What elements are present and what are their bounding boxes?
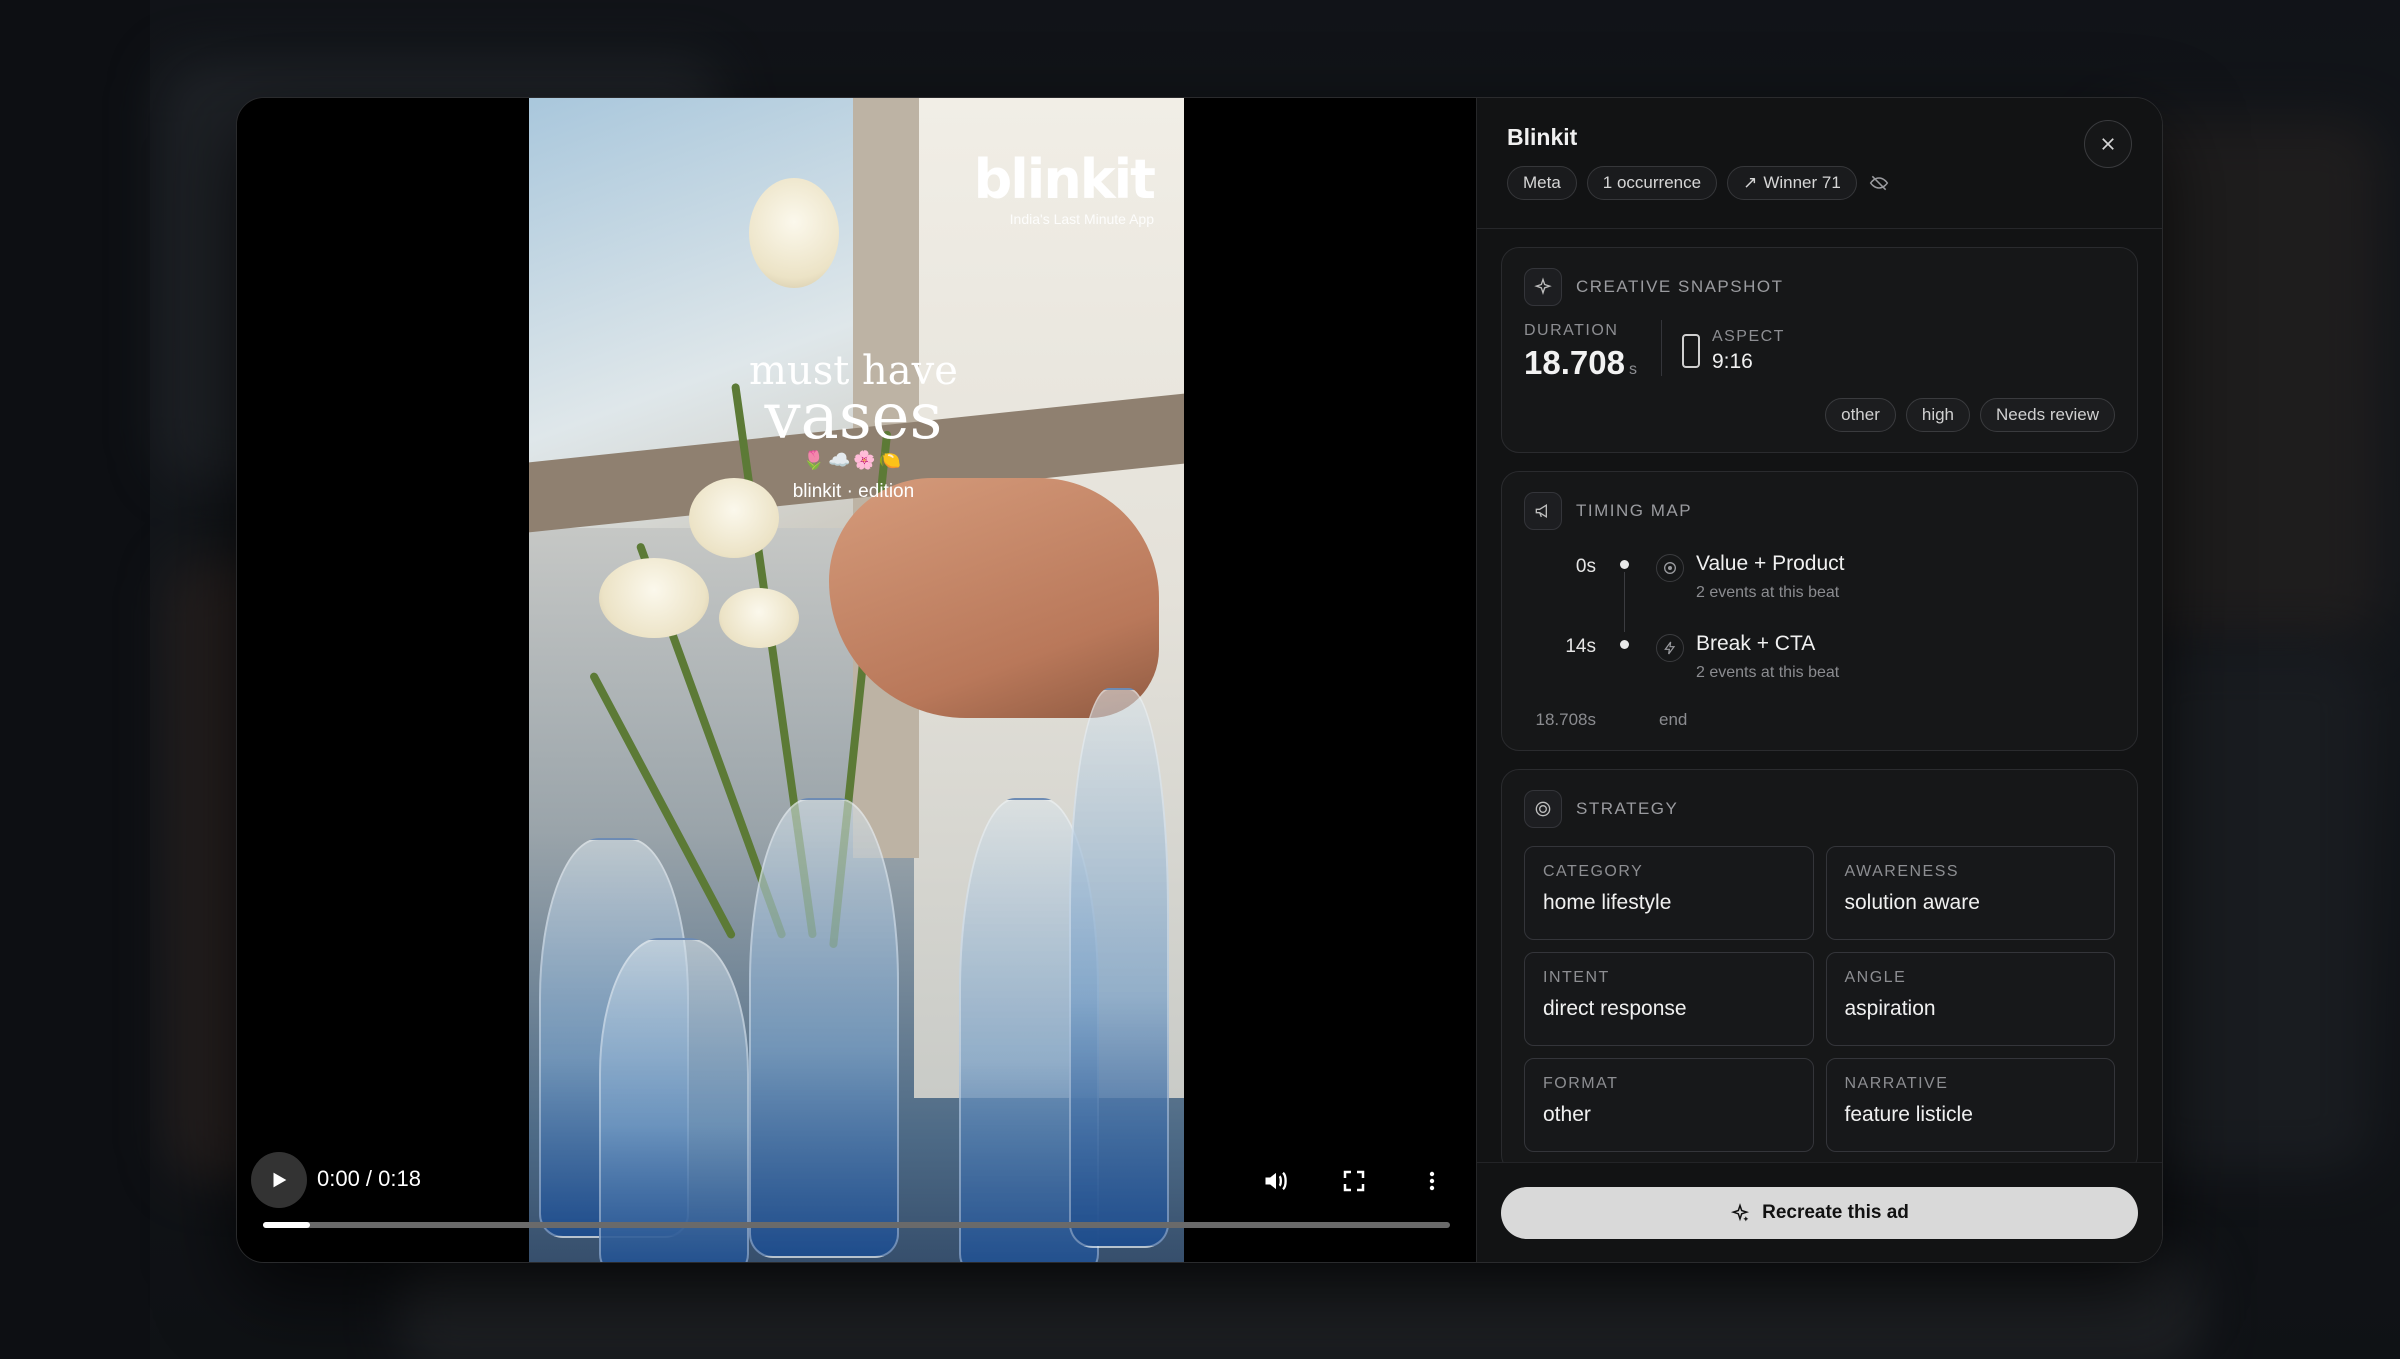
eye-off-icon [1869, 175, 1889, 191]
panel-header: Blinkit Meta 1 occurrence ↗ Winner 71 [1477, 98, 2162, 229]
fullscreen-button[interactable] [1339, 1166, 1369, 1196]
beat-dot [1620, 640, 1629, 649]
duration-metric: DURATION 18.708 s [1524, 322, 1637, 382]
sparkle-icon [1731, 1203, 1750, 1222]
timing-timeline: 0s Value + Product 2 events at this beat [1524, 546, 2115, 730]
time-display: 0:00 / 0:18 [317, 1166, 421, 1191]
strategy-label: CATEGORY [1543, 863, 1644, 880]
strategy-value: solution aware [1844, 891, 1980, 914]
platform-chip: Meta [1507, 166, 1577, 200]
beat-title: Break + CTA [1696, 632, 1816, 655]
strategy-value: feature listicle [1844, 1103, 1973, 1126]
snapshot-tag: high [1905, 398, 1970, 432]
strategy-label: NARRATIVE [1844, 1075, 1949, 1092]
end-time: 18.708s [1535, 710, 1597, 729]
strategy-value: home lifestyle [1543, 891, 1672, 914]
brand-tagline: India's Last Minute App [1009, 211, 1154, 227]
winner-label: Winner 71 [1763, 173, 1841, 192]
strategy-awareness: AWARENESS solution aware [1825, 846, 2115, 940]
ad-detail-modal: blinkit India's Last Minute App must hav… [236, 97, 2163, 1263]
chip-row: Meta 1 occurrence ↗ Winner 71 [1507, 166, 2132, 200]
snapshot-title: CREATIVE SNAPSHOT [1576, 277, 1784, 296]
strategy-value: direct response [1543, 997, 1687, 1020]
progress-bar[interactable] [263, 1222, 1450, 1228]
beat-subtitle: 2 events at this beat [1696, 664, 1840, 681]
strategy-label: AWARENESS [1844, 863, 1960, 880]
beat-time: 14s [1565, 636, 1596, 657]
video-overlay-title: must have vases 🌷☁️🌸🍋 blinkit · edition [749, 351, 958, 502]
brand-logo-word: blinkit [973, 148, 1156, 211]
recreate-ad-button[interactable]: Recreate this ad [1501, 1187, 2138, 1239]
video-controls: 0:00 / 0:18 [237, 1152, 1476, 1262]
more-vertical-icon [1429, 1171, 1435, 1191]
bolt-icon [1656, 634, 1684, 662]
play-icon [273, 1172, 287, 1188]
phone-portrait-icon [1681, 334, 1700, 368]
recreate-ad-label: Recreate this ad [1762, 1202, 1909, 1223]
ad-details-panel: Blinkit Meta 1 occurrence ↗ Winner 71 CR… [1476, 98, 2162, 1262]
timing-beat[interactable]: 0s Value + Product 2 events at this beat [1524, 546, 2115, 632]
close-button[interactable] [2084, 120, 2132, 168]
panel-title: Blinkit [1507, 124, 1578, 150]
occurrence-chip: 1 occurrence [1586, 166, 1718, 200]
video-frame[interactable]: blinkit India's Last Minute App must hav… [529, 98, 1184, 1262]
panel-scroll-area[interactable]: CREATIVE SNAPSHOT DURATION 18.708 s ASPEC… [1477, 229, 2162, 1162]
strategy-grid: CATEGORY home lifestyle AWARENESS soluti… [1524, 846, 2115, 1152]
close-icon [2102, 138, 2114, 150]
timing-map-card: TIMING MAP 0s Value + Product 2 events a… [1501, 471, 2138, 751]
snapshot-tag: Needs review [1980, 398, 2115, 432]
strategy-intent: INTENT direct response [1524, 952, 1814, 1046]
strategy-narrative: NARRATIVE feature listicle [1825, 1058, 2115, 1152]
hand [829, 478, 1159, 718]
strategy-card: STRATEGY CATEGORY home lifestyle AWARENE… [1501, 769, 2138, 1162]
overlay-emoji: 🌷☁️🌸🍋 [802, 449, 905, 471]
overlay-line-2: vases [764, 380, 943, 454]
snapshot-tags: other high Needs review [1524, 398, 2115, 432]
timing-beat[interactable]: 14s Break + CTA 2 events at this beat [1524, 626, 2115, 706]
panel-footer: Recreate this ad [1477, 1162, 2162, 1262]
timing-end: 18.708s end [1524, 710, 2115, 730]
strategy-format: FORMAT other [1524, 1058, 1814, 1152]
progress-fill [263, 1222, 311, 1228]
timing-title: TIMING MAP [1576, 501, 1693, 520]
beat-time: 0s [1575, 556, 1596, 577]
end-label: end [1659, 710, 1688, 729]
fullscreen-icon [1343, 1170, 1365, 1192]
strategy-label: FORMAT [1543, 1075, 1619, 1092]
strategy-angle: ANGLE aspiration [1825, 952, 2115, 1046]
hide-button[interactable] [1867, 171, 1891, 195]
snapshot-tag: other [1825, 398, 1896, 432]
play-button[interactable] [251, 1152, 307, 1208]
strategy-value: aspiration [1844, 997, 1936, 1020]
duration-label: DURATION [1524, 322, 1619, 339]
strategy-label: ANGLE [1844, 969, 1907, 986]
megaphone-icon [1524, 492, 1562, 530]
volume-button[interactable] [1261, 1166, 1291, 1196]
creative-snapshot-card: CREATIVE SNAPSHOT DURATION 18.708 s ASPEC… [1501, 247, 2138, 453]
strategy-category: CATEGORY home lifestyle [1524, 846, 1814, 940]
strategy-label: INTENT [1543, 969, 1610, 986]
sparkle-icon [1524, 268, 1562, 306]
aspect-label: ASPECT [1711, 328, 1785, 345]
beat-title: Value + Product [1696, 552, 1845, 575]
aspect-value: 9:16 [1711, 350, 1753, 373]
more-options-button[interactable] [1417, 1166, 1447, 1196]
target-icon [1524, 790, 1562, 828]
brand-logo: blinkit India's Last Minute App [973, 148, 1156, 227]
winner-chip: ↗ Winner 71 [1727, 166, 1857, 200]
volume-icon [1265, 1171, 1287, 1191]
target-icon [1656, 554, 1684, 582]
overlay-edition: blinkit · edition [792, 480, 915, 502]
trend-up-icon: ↗ [1743, 173, 1758, 192]
beat-dot [1620, 560, 1629, 569]
video-player[interactable]: blinkit India's Last Minute App must hav… [237, 98, 1476, 1262]
aspect-metric: ASPECT 9:16 [1681, 328, 1785, 374]
beat-subtitle: 2 events at this beat [1696, 584, 1840, 601]
strategy-value: other [1543, 1103, 1591, 1126]
strategy-title: STRATEGY [1576, 799, 1679, 818]
duration-value: 18.708 [1524, 344, 1625, 381]
duration-unit: s [1628, 361, 1637, 378]
